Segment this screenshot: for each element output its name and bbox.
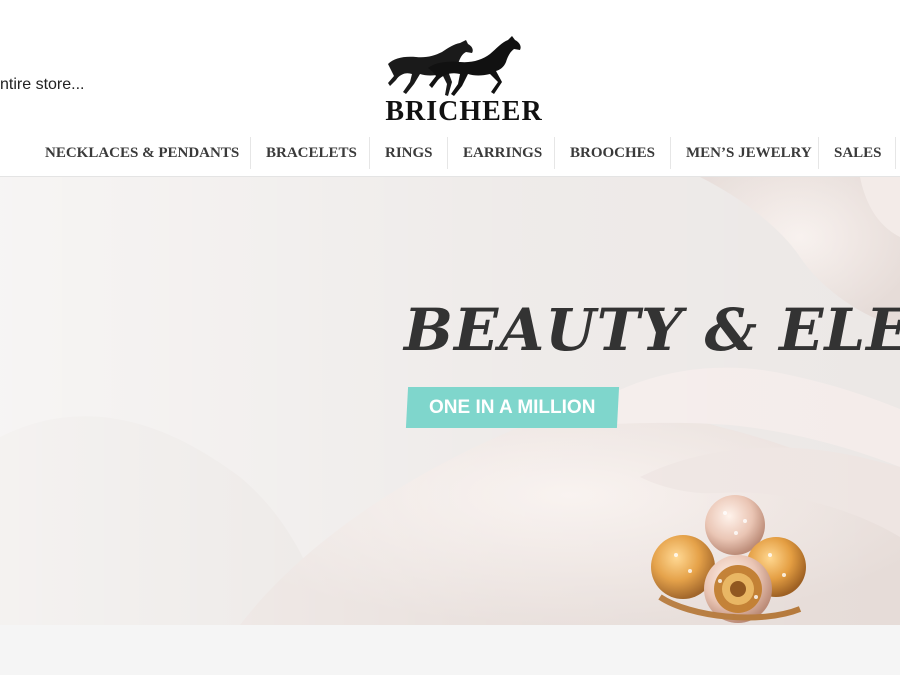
page-lower-area: [0, 625, 900, 675]
hero-banner[interactable]: BEAUTY & ELEG ONE IN A MILLION: [0, 177, 900, 625]
hero-badge-button[interactable]: ONE IN A MILLION: [405, 387, 620, 428]
search-input-placeholder[interactable]: ntire store...: [0, 76, 84, 94]
site-header: ntire store... BRICHEER NECKLACES & PEND…: [0, 0, 900, 177]
nav-item-necklaces-pendants[interactable]: NECKLACES & PENDANTS: [45, 134, 239, 172]
brand-logo[interactable]: BRICHEER: [382, 34, 546, 128]
brand-name: BRICHEER: [385, 96, 543, 127]
nav-item-bracelets[interactable]: BRACELETS: [266, 134, 357, 172]
hero-title: BEAUTY & ELEG: [404, 296, 900, 364]
nav-item-mens-jewelry[interactable]: MEN’S JEWELRY: [686, 134, 812, 172]
nav-item-rings[interactable]: RINGS: [385, 134, 433, 172]
main-navigation: NECKLACES & PENDANTS BRACELETS RINGS EAR…: [0, 134, 900, 172]
nav-item-brooches[interactable]: BROOCHES: [570, 134, 655, 172]
nav-divider: [818, 137, 819, 169]
nav-divider: [447, 137, 448, 169]
nav-divider: [250, 137, 251, 169]
hero-badge-label: ONE IN A MILLION: [429, 397, 596, 418]
nav-divider: [670, 137, 671, 169]
nav-item-sales[interactable]: SALES: [834, 134, 882, 172]
horses-logo-icon: [388, 36, 521, 96]
nav-divider: [369, 137, 370, 169]
nav-divider: [895, 137, 896, 169]
nav-item-earrings[interactable]: EARRINGS: [463, 134, 542, 172]
nav-divider: [554, 137, 555, 169]
